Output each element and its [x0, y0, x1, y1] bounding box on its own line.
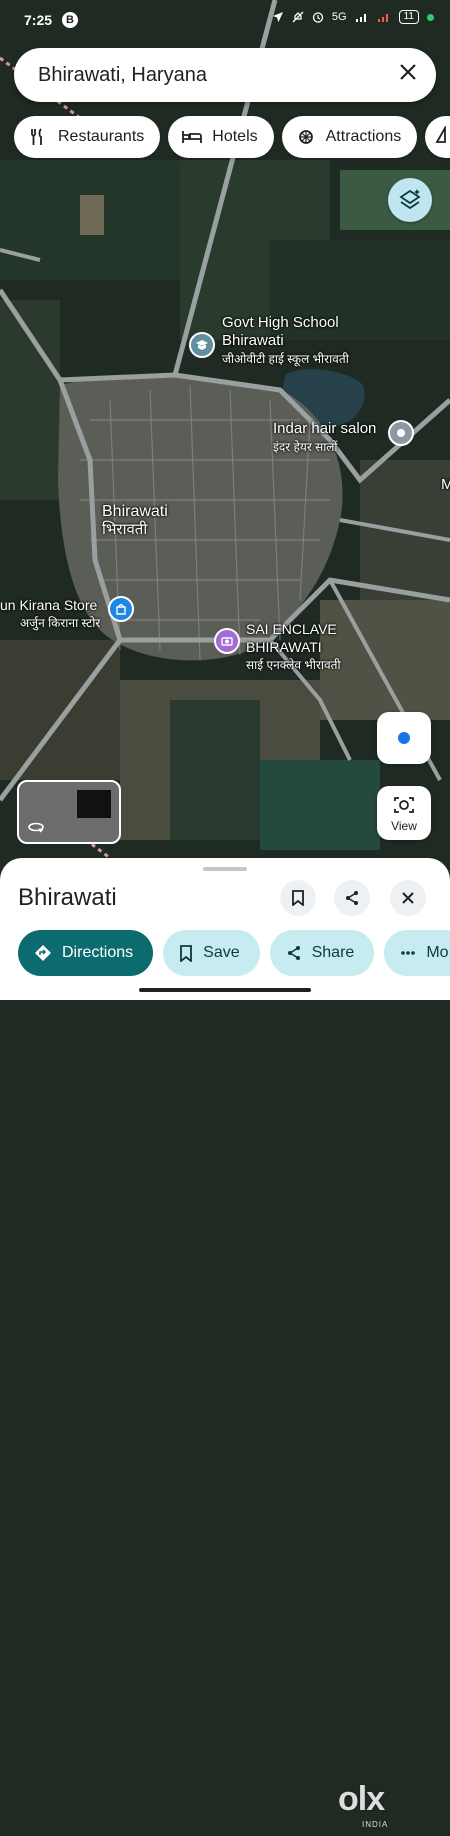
status-bar: 7:25 B 5G 11 [0, 0, 450, 40]
camera-view-icon [394, 797, 414, 813]
chip-label: Attractions [325, 128, 402, 145]
network-type: 5G [331, 11, 347, 23]
chip-more[interactable] [425, 116, 450, 158]
rotate-360-icon [28, 822, 44, 833]
place-title: Bhirawati [18, 884, 117, 911]
school-icon [196, 340, 208, 350]
sheet-drag-handle[interactable] [203, 867, 247, 871]
battery-indicator: 11 [398, 10, 419, 24]
salon-label[interactable]: Indar hair salon इंदर हेयर सालों [273, 420, 393, 456]
salon-name-hindi: इंदर हेयर सालों [273, 440, 338, 454]
enclave-icon [221, 637, 233, 646]
my-location-icon [398, 732, 410, 744]
chip-restaurants[interactable]: Restaurants [14, 116, 161, 158]
school-label[interactable]: Govt High School Bhirawati जीओवीटी हाई स… [222, 314, 352, 368]
notification-badge: B [62, 12, 78, 28]
close-sheet-button[interactable] [390, 880, 426, 916]
bookmark-icon [292, 890, 304, 906]
close-icon [400, 64, 416, 80]
edge-label: M [441, 476, 450, 493]
bookmark-button[interactable] [280, 880, 316, 916]
village-name-hindi: भिरावती [102, 521, 148, 538]
location-arrow-icon [272, 12, 283, 22]
close-icon [402, 892, 414, 904]
share-icon [346, 891, 358, 905]
save-label: Save [203, 944, 240, 961]
search-query[interactable]: Bhirawati, Haryana [38, 64, 207, 87]
watermark-logo: olx INDIA [338, 1780, 389, 1829]
enclave-pin[interactable] [214, 628, 240, 654]
more-label: Mo [426, 944, 449, 961]
partial-chip-icon [435, 124, 450, 149]
share-button[interactable]: Share [269, 930, 375, 976]
street-view-image [77, 790, 111, 818]
kirana-pin[interactable] [108, 596, 134, 622]
signal-2-icon [377, 14, 388, 22]
bookmark-icon [179, 944, 193, 962]
view-button[interactable]: View [377, 786, 431, 840]
directions-label: Directions [62, 944, 134, 961]
alarm-icon [312, 12, 324, 23]
street-view-thumbnail[interactable] [17, 780, 121, 844]
mute-icon [292, 11, 304, 23]
action-buttons: Directions Save Share Mo [18, 930, 450, 976]
chip-label: Restaurants [58, 128, 145, 145]
bed-icon [180, 129, 204, 145]
more-icon [400, 950, 416, 956]
shopping-bag-icon [116, 604, 126, 615]
directions-button[interactable]: Directions [18, 930, 154, 976]
chip-attractions[interactable]: Attractions [281, 116, 418, 158]
kirana-name-hindi: अर्जुन किराना स्टोर [20, 616, 101, 630]
more-button[interactable]: Mo [384, 930, 450, 976]
my-location-button[interactable] [377, 712, 431, 764]
category-chips: Restaurants Hotels Attractions [14, 116, 450, 158]
view-label: View [391, 819, 417, 833]
village-name: Bhirawati [102, 503, 168, 520]
village-label[interactable]: Bhirawati भिरावती [102, 503, 168, 539]
share-label: Share [311, 944, 355, 961]
chip-label: Hotels [212, 128, 258, 145]
clear-search-button[interactable] [398, 62, 418, 87]
layers-icon [399, 189, 421, 210]
enclave-name: SAI ENCLAVE BHIRAWATI [246, 621, 337, 655]
enclave-name-hindi: साई एनक्लेव भीरावती [246, 658, 341, 672]
share-icon [286, 945, 302, 961]
directions-icon [34, 944, 52, 962]
salon-name: Indar hair salon [273, 420, 377, 437]
status-time: 7:25 [24, 12, 53, 28]
signal-icon [355, 14, 366, 22]
share-top-button[interactable] [334, 880, 370, 916]
enclave-label[interactable]: SAI ENCLAVE BHIRAWATI साई एनक्लेव भीरावत… [246, 620, 356, 674]
school-name-hindi: जीओवीटी हाई स्कूल भीरावती [222, 352, 349, 366]
privacy-dot [427, 13, 434, 21]
kirana-label[interactable]: un Kirana Store अर्जुन किराना स्टोर [0, 596, 104, 632]
salon-dot-icon [397, 429, 405, 437]
place-sheet: Bhirawati Directions Save Share Mo olx I… [0, 858, 450, 1829]
gesture-nav-bar[interactable] [139, 988, 311, 992]
status-icons: 5G 11 [272, 10, 434, 24]
search-bar[interactable]: Bhirawati, Haryana [14, 48, 436, 102]
chip-hotels[interactable]: Hotels [168, 116, 274, 158]
layers-button[interactable] [388, 178, 432, 222]
school-name: Govt High School Bhirawati [222, 314, 339, 349]
fork-knife-icon [26, 128, 50, 146]
kirana-name: un Kirana Store [0, 597, 98, 613]
school-pin[interactable] [189, 332, 215, 358]
attraction-icon [294, 128, 318, 146]
save-button[interactable]: Save [163, 930, 260, 976]
